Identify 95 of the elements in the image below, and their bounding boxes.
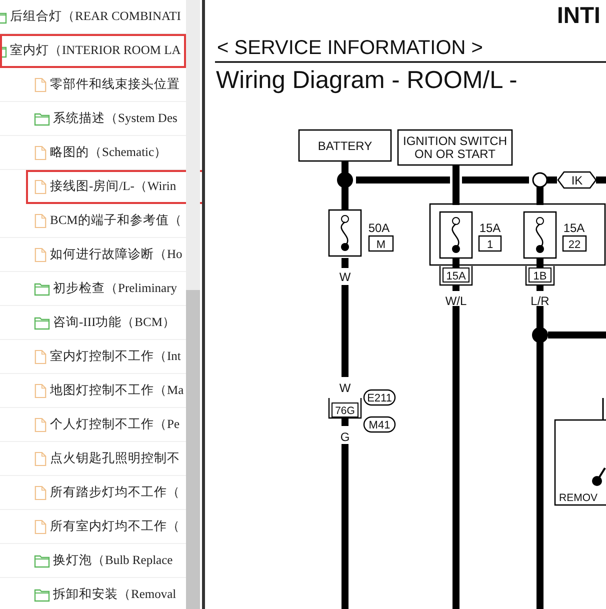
tree-item-label: 后组合灯（REAR COMBINATI [10, 8, 181, 25]
folder-icon [34, 282, 50, 296]
tree-item-label: 换灯泡（Bulb Replace [53, 552, 173, 569]
wire-line [342, 161, 348, 210]
wire-line [536, 285, 544, 291]
harness-connector: IK [557, 171, 597, 189]
fuse-icon [328, 209, 362, 257]
connector-id: M41 [363, 416, 396, 433]
wire-line [452, 285, 460, 291]
tree-item[interactable]: 点火钥匙孔照明控制不 [0, 442, 186, 476]
tree-item-label: 点火钥匙孔照明控制不 [50, 450, 180, 467]
wire-line [452, 258, 460, 268]
tree-item[interactable]: 所有踏步灯均不工作（ [0, 476, 186, 510]
document-icon [34, 484, 47, 500]
wire-line [342, 258, 348, 268]
tree-item[interactable]: 室内灯控制不工作（Int [0, 340, 186, 374]
wire-line [602, 398, 604, 420]
fuse-icon [523, 211, 557, 259]
wire-color: W [339, 381, 351, 395]
tree-item-label: 接线图-房间/L-（Wirin [50, 178, 176, 195]
tree-item-label: 零部件和线束接头位置 [50, 76, 180, 93]
tree-item-label: 室内灯控制不工作（Int [50, 348, 181, 365]
scrollbar-thumb[interactable] [186, 290, 200, 609]
wire-color: W [339, 270, 351, 284]
tree-item[interactable]: 如何进行故障诊断（Ho [0, 238, 186, 272]
folder-icon [34, 316, 50, 330]
tree-item-label: 个人灯控制不工作（Pe [50, 416, 180, 433]
section-heading: < SERVICE INFORMATION > [217, 37, 483, 59]
fuse-number-text: 1 [486, 239, 494, 251]
switch-icon [592, 467, 606, 486]
folder-icon [34, 112, 50, 126]
document-icon [34, 178, 47, 194]
tree-item[interactable]: BCM的端子和参考值（ [0, 204, 186, 238]
tree-item[interactable]: 略图的（Schematic） [0, 136, 186, 170]
tree-item[interactable]: 咨询-III功能（BCM） [0, 306, 186, 340]
document-icon [34, 144, 47, 160]
tree-item-label: 系统描述（System Des [53, 110, 178, 127]
document-icon [34, 518, 47, 534]
tree-item-label: 初步检查（Preliminary [53, 280, 178, 297]
tree-item[interactable]: 个人灯控制不工作（Pe [0, 408, 186, 442]
document-icon [34, 246, 47, 262]
junction-dot [337, 172, 353, 188]
tree-item-label: 略图的（Schematic） [50, 144, 168, 161]
tree-item-label: 咨询-III功能（BCM） [53, 314, 176, 331]
page-header: INTI [557, 2, 600, 28]
junction-dot [532, 327, 548, 343]
fuse-rating: 50A [368, 221, 390, 235]
wire-line [548, 332, 606, 338]
wire-line [596, 176, 606, 184]
fuse-rating: 15A [479, 221, 501, 235]
ignition-switch-label: IGNITION SWITCH ON OR START [397, 129, 513, 166]
fuse-number-text: 22 [568, 239, 581, 251]
document-icon [34, 416, 47, 432]
connector-id: E211 [363, 389, 396, 406]
tree-item[interactable]: 地图灯控制不工作（Ma [0, 374, 186, 408]
diagram-title: Wiring Diagram - ROOM/L - [216, 67, 518, 94]
scrollbar[interactable] [186, 0, 200, 609]
terminal-connector: 15A [439, 266, 473, 286]
tree-item[interactable]: 接线图-房间/L-（Wirin [26, 170, 202, 204]
wire-line [462, 176, 529, 184]
tree-item-label: 如何进行故障诊断（Ho [50, 246, 182, 263]
wire-line [547, 176, 557, 184]
tree-item-label: 所有室内灯均不工作（ [50, 518, 180, 535]
document-icon [34, 450, 47, 466]
wire-color: G [340, 430, 350, 444]
tree-item[interactable]: 换灯泡（Bulb Replace [0, 544, 186, 578]
wire-line [536, 187, 544, 205]
wire-line [342, 418, 348, 426]
tree-item-label: 所有踏步灯均不工作（ [50, 484, 180, 501]
document-icon [34, 348, 47, 364]
tree-item[interactable]: 系统描述（System Des [0, 102, 186, 136]
tree-item-label: BCM的端子和参考值（ [50, 212, 182, 229]
tree-item[interactable]: 所有室内灯均不工作（ [0, 510, 186, 544]
document-icon [34, 76, 47, 92]
tree-item-label: 室内灯（INTERIOR ROOM LA [10, 42, 181, 59]
fuse-number-text: M [376, 239, 386, 251]
tree-item-label: 拆卸和安装（Removal [53, 586, 176, 603]
tree-item[interactable]: 室内灯（INTERIOR ROOM LA [0, 34, 186, 68]
wire-line [536, 258, 544, 268]
battery-label: BATTERY [298, 129, 392, 162]
fuse-rating: 15A [563, 221, 585, 235]
document-icon [34, 382, 47, 398]
open-junction-icon [532, 172, 548, 188]
tree-item-label: 地图灯控制不工作（Ma [50, 382, 184, 399]
wire-color: W/L [445, 294, 467, 308]
fuse-icon [439, 211, 473, 259]
wire-line [452, 165, 460, 205]
folder-icon [34, 554, 50, 568]
document-icon [34, 212, 47, 228]
component-label: REMOV [559, 492, 598, 504]
tree-item[interactable]: 初步检查（Preliminary [0, 272, 186, 306]
terminal-connector: 1B [525, 266, 555, 286]
folder-icon [34, 588, 50, 602]
wire-color: L/R [530, 294, 550, 308]
tree-item[interactable]: 零部件和线束接头位置 [0, 68, 186, 102]
